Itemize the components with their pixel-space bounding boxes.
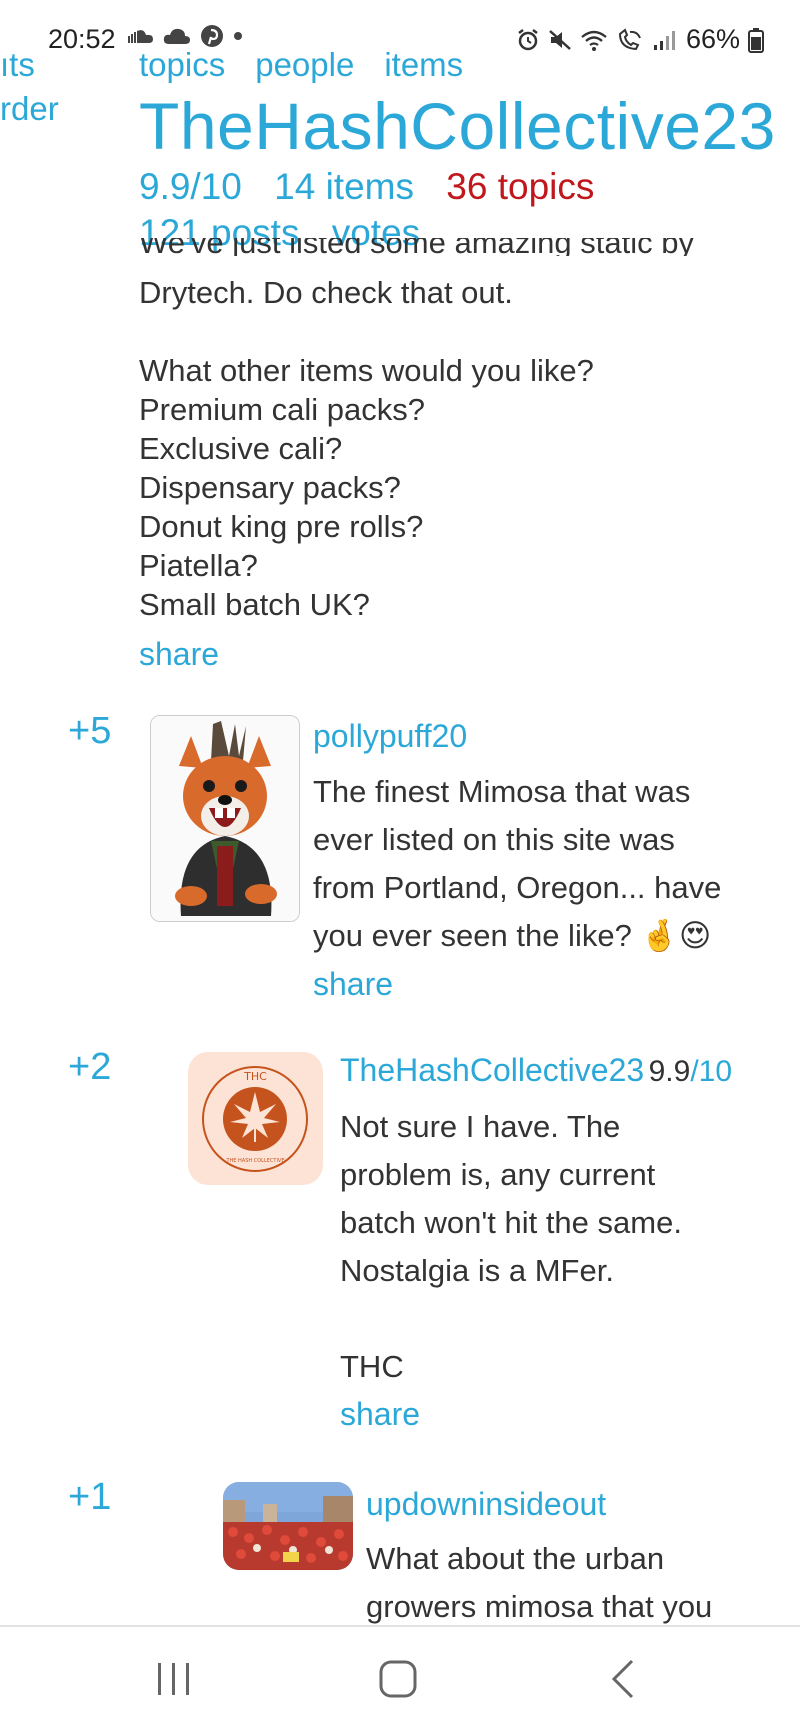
comment-line-blank <box>340 1295 682 1343</box>
cloud-icon <box>163 28 190 44</box>
thc-logo-text-top: THC <box>244 1070 267 1083</box>
vote-count[interactable]: +2 <box>68 1046 111 1089</box>
wifi-icon <box>581 30 607 51</box>
intro-line: What other items would you like? <box>139 353 594 388</box>
intro-line: Drytech. Do check that out. <box>139 275 513 310</box>
comment-line: you ever seen the like? 🤞😍 <box>313 918 712 953</box>
comment-line: What about the urban <box>366 1541 665 1576</box>
comment-text: Not sure I have. The problem is, any cur… <box>340 1103 682 1391</box>
shop-nav: topics people items <box>139 46 463 84</box>
comment-line: from Portland, Oregon... have <box>313 870 722 905</box>
nav-link-cut-1[interactable]: ıts <box>0 46 35 84</box>
intro-line: Exclusive cali? <box>139 431 343 466</box>
soundcloud-icon <box>128 30 153 43</box>
comment-text: The finest Mimosa that was ever listed o… <box>313 768 721 960</box>
intro-line: Premium cali packs? <box>139 392 425 427</box>
intro-line: Donut king pre rolls? <box>139 509 424 544</box>
intro-post-text: Drytech. Do check that out. What other i… <box>139 273 594 624</box>
intro-line: Small batch UK? <box>139 587 370 622</box>
recent-apps-icon <box>158 1663 189 1695</box>
battery-icon <box>748 27 764 53</box>
shop-topics-count[interactable]: 36 topics <box>446 166 594 207</box>
comment-line: Nostalgia is a MFer. <box>340 1253 614 1288</box>
battery-percent: 66% <box>685 24 740 54</box>
fox-puppet-image <box>151 716 299 921</box>
vote-count[interactable]: +5 <box>68 710 111 753</box>
recent-apps-button[interactable] <box>154 1657 194 1706</box>
nav-topics[interactable]: topics <box>139 46 225 84</box>
score-denominator: /10 <box>690 1055 733 1088</box>
shop-items-count[interactable]: 14 items <box>274 166 414 207</box>
comment-line: Not sure I have. The <box>340 1109 621 1144</box>
avatar-thc-logo[interactable]: THC THE HASH COLLECTIVE <box>188 1052 323 1185</box>
crowd-photo-image <box>223 1482 353 1570</box>
status-right-icons: 66% <box>516 24 764 55</box>
comment-line: problem is, any current <box>340 1157 656 1192</box>
status-time: 20:52 <box>48 24 116 54</box>
intro-line: Piatella? <box>139 548 258 583</box>
comment-line: The finest Mimosa that was <box>313 774 691 809</box>
home-button[interactable] <box>376 1657 420 1706</box>
nav-link-cut-2[interactable]: rder <box>0 90 59 128</box>
user-score: 9.9/10 <box>649 1055 732 1088</box>
comment-line: growers mimosa that you <box>366 1589 713 1624</box>
avatar-crowd-photo[interactable] <box>223 1482 353 1570</box>
shop-stats: 9.9/10 14 items 36 topics <box>139 166 616 208</box>
status-left-icons <box>128 24 243 48</box>
nav-items[interactable]: items <box>384 46 463 84</box>
back-icon <box>611 1659 634 1699</box>
home-icon <box>379 1660 417 1698</box>
comment-line: ever listed on this site was <box>313 822 675 857</box>
mute-icon <box>549 29 571 50</box>
thc-logo-text-bottom: THE HASH COLLECTIVE <box>226 1158 285 1164</box>
avatar-fox-puppet[interactable] <box>150 715 300 922</box>
vote-count[interactable]: +1 <box>68 1476 111 1519</box>
comment-share-link[interactable]: share <box>313 966 393 1003</box>
comment-username[interactable]: pollypuff20 <box>313 718 467 755</box>
android-nav-bar <box>0 1627 800 1733</box>
shop-title[interactable]: TheHashCollective23 <box>139 88 776 164</box>
intro-share-link[interactable]: share <box>139 636 219 673</box>
comment-header: TheHashCollective23 9.9/10 <box>340 1052 732 1089</box>
intro-cut-line: We've just listed some amazing static by <box>139 238 694 256</box>
shop-rating: 9.9/10 <box>139 166 242 207</box>
comment-text: What about the urban growers mimosa that… <box>366 1535 712 1631</box>
signal-icon <box>653 30 675 50</box>
comment-line: THC <box>340 1349 404 1384</box>
comment-username[interactable]: updowninsideout <box>366 1486 606 1523</box>
comment-line: batch won't hit the same. <box>340 1205 682 1240</box>
alarm-icon <box>518 28 538 50</box>
wifi-call-icon <box>618 27 641 50</box>
intro-line: Dispensary packs? <box>139 470 401 505</box>
back-button[interactable] <box>608 1657 638 1706</box>
dot-icon <box>234 32 242 40</box>
pinterest-icon <box>201 25 223 47</box>
comment-share-link[interactable]: share <box>340 1396 420 1433</box>
score-value: 9.9 <box>648 1055 691 1088</box>
nav-people[interactable]: people <box>255 46 354 84</box>
intro-line-blank <box>139 312 594 351</box>
comment-username[interactable]: TheHashCollective23 <box>340 1052 644 1088</box>
